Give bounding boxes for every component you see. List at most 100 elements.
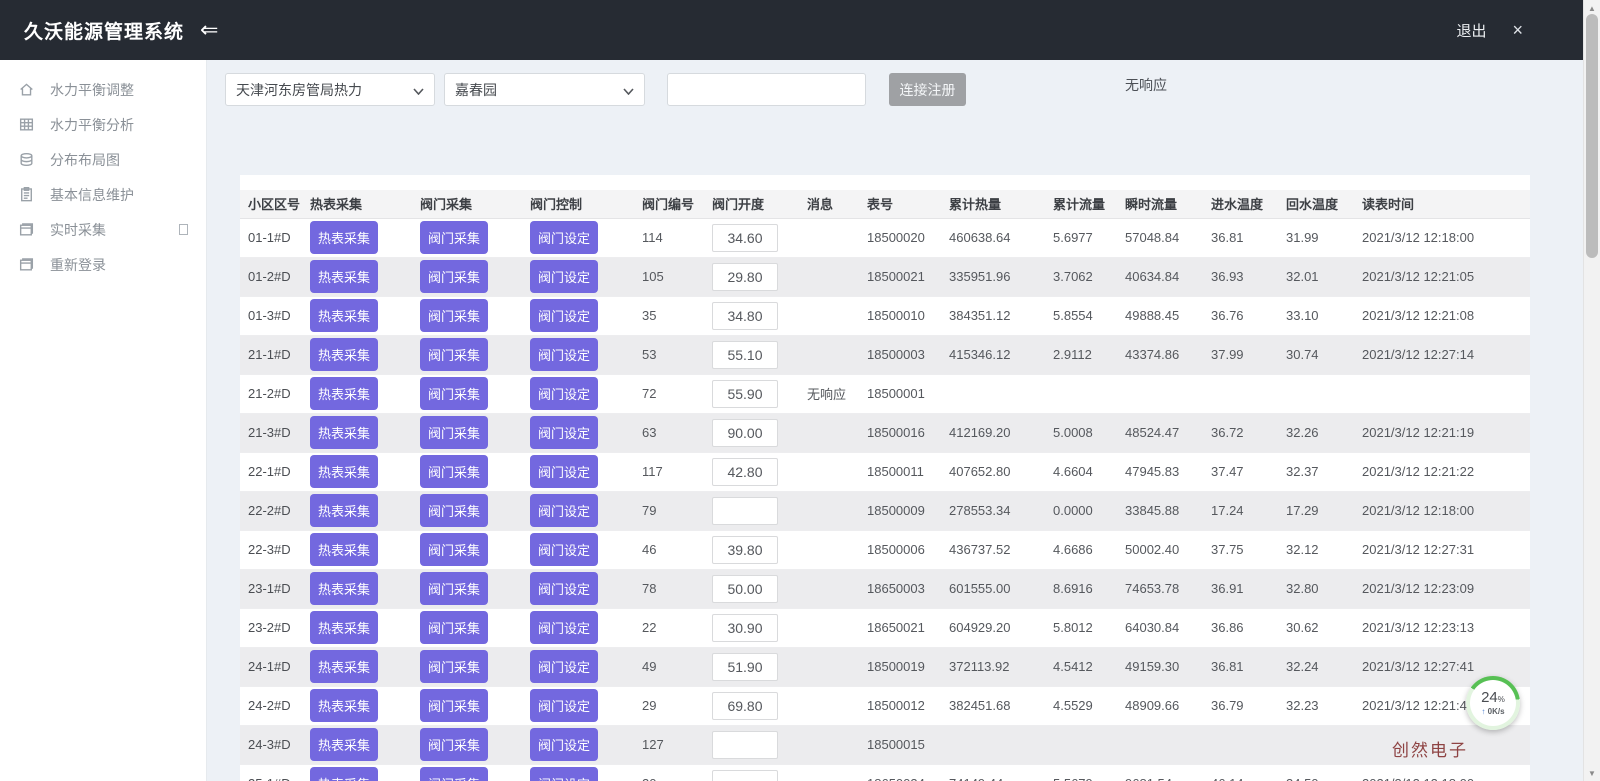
valve-set-button[interactable]: 阀门设定 (530, 338, 599, 371)
valve-collect-button[interactable]: 阀门采集 (420, 338, 489, 371)
scrollbar-thumb[interactable] (1586, 14, 1598, 258)
valve-open-input[interactable] (712, 340, 778, 369)
inst-flow-cell: 33845.88 (1125, 503, 1180, 518)
table-row: 24-3#D 热表采集 阀门采集 阀门设定 127 18500015 (240, 725, 1530, 764)
community-select[interactable]: 嘉春园 (444, 73, 645, 106)
valve-set-button[interactable]: 阀门设定 (530, 611, 599, 644)
valve-open-input[interactable] (712, 613, 778, 642)
column-header-message: 消息 (801, 190, 861, 219)
station-select-value: 天津河东房管局热力 (236, 81, 362, 98)
valve-collect-button[interactable]: 阀门采集 (420, 221, 489, 254)
sidebar-item-distribution-layout[interactable]: 分布布局图 (0, 142, 206, 177)
heat-meter-collect-button[interactable]: 热表采集 (310, 299, 379, 332)
valve-open-input[interactable] (712, 262, 778, 291)
heat-meter-collect-button[interactable]: 热表采集 (310, 572, 379, 605)
heat-meter-collect-button[interactable]: 热表采集 (310, 650, 379, 683)
connect-register-button[interactable]: 连接注册 (889, 73, 966, 106)
heat-meter-collect-button[interactable]: 热表采集 (310, 728, 379, 761)
read-time-cell: 2021/3/12 12:23:09 (1362, 581, 1475, 596)
close-icon[interactable]: × (1512, 20, 1523, 41)
valve-set-button[interactable]: 阀门设定 (530, 728, 599, 761)
district-cell: 22-3#D (248, 542, 291, 557)
valve-open-input[interactable] (712, 496, 778, 525)
valve-set-button[interactable]: 阀门设定 (530, 767, 599, 781)
download-progress-badge[interactable]: 24% ↑ 0K/s (1466, 676, 1520, 730)
valve-set-button[interactable]: 阀门设定 (530, 299, 599, 332)
watermark-text: 创然电子 (1392, 741, 1468, 760)
valve-set-button[interactable]: 阀门设定 (530, 221, 599, 254)
valve-set-button[interactable]: 阀门设定 (530, 533, 599, 566)
heat-meter-collect-button[interactable]: 热表采集 (310, 377, 379, 410)
valve-set-button[interactable]: 阀门设定 (530, 494, 599, 527)
table-row: 22-3#D 热表采集 阀门采集 阀门设定 46 18500006 436737… (240, 530, 1530, 569)
total-flow-cell: 3.7062 (1053, 269, 1093, 284)
total-heat-cell: 372113.92 (949, 659, 1010, 674)
return-temp-cell: 30.74 (1286, 347, 1319, 362)
scroll-down-arrow-icon[interactable]: ▼ (1584, 765, 1600, 781)
vertical-scrollbar[interactable]: ▲ ▼ (1583, 0, 1600, 781)
sidebar-collapse-icon[interactable]: ⇐ (200, 19, 218, 41)
heat-meter-collect-button[interactable]: 热表采集 (310, 221, 379, 254)
valve-open-input[interactable] (712, 301, 778, 330)
total-flow-cell: 5.5679 (1047, 764, 1119, 781)
valve-collect-button[interactable]: 阀门采集 (420, 572, 489, 605)
valve-collect-button[interactable]: 阀门采集 (420, 728, 489, 761)
valve-set-button[interactable]: 阀门设定 (530, 455, 599, 488)
valve-open-input[interactable] (712, 691, 778, 720)
valve-collect-button[interactable]: 阀门采集 (420, 260, 489, 293)
valve-set-button[interactable]: 阀门设定 (530, 260, 599, 293)
valve-collect-button[interactable]: 阀门采集 (420, 689, 489, 722)
valve-collect-button[interactable]: 阀门采集 (420, 650, 489, 683)
heat-meter-collect-button[interactable]: 热表采集 (310, 260, 379, 293)
sidebar-item-hydraulic-balance-adjust[interactable]: 水力平衡调整 (0, 72, 206, 107)
message-cell (801, 686, 861, 725)
station-select[interactable]: 天津河东房管局热力 (225, 73, 435, 106)
search-input[interactable] (667, 73, 866, 106)
heat-meter-collect-button[interactable]: 热表采集 (310, 455, 379, 488)
sidebar-item-basic-info-maintenance[interactable]: 基本信息维护 (0, 177, 206, 212)
logout-button[interactable]: 退出 (1456, 20, 1486, 41)
heat-meter-collect-button[interactable]: 热表采集 (310, 533, 379, 566)
valve-collect-button[interactable]: 阀门采集 (420, 767, 489, 781)
valve-collect-button[interactable]: 阀门采集 (420, 416, 489, 449)
sidebar-item-relogin[interactable]: 重新登录 (0, 247, 206, 282)
valve-set-button[interactable]: 阀门设定 (530, 650, 599, 683)
heat-meter-collect-button[interactable]: 热表采集 (310, 767, 379, 781)
valve-set-button[interactable]: 阀门设定 (530, 377, 599, 410)
valve-open-input[interactable] (712, 223, 778, 252)
valve-collect-button[interactable]: 阀门采集 (420, 455, 489, 488)
valve-open-input[interactable] (712, 730, 778, 759)
chevron-down-icon (413, 82, 424, 98)
heat-meter-collect-button[interactable]: 热表采集 (310, 689, 379, 722)
meter-no-cell: 18500003 (867, 347, 925, 362)
heat-meter-collect-button[interactable]: 热表采集 (310, 416, 379, 449)
sidebar-item-realtime-collection[interactable]: 实时采集 (0, 212, 206, 247)
valve-open-input[interactable] (712, 769, 778, 781)
heat-meter-collect-button[interactable]: 热表采集 (310, 611, 379, 644)
heat-meter-collect-button[interactable]: 热表采集 (310, 494, 379, 527)
valve-open-input[interactable] (712, 457, 778, 486)
sidebar-item-hydraulic-balance-analysis[interactable]: 水力平衡分析 (0, 107, 206, 142)
district-cell: 23-1#D (248, 581, 291, 596)
valve-open-input[interactable] (712, 574, 778, 603)
valve-no-cell: 20 (636, 764, 706, 781)
valve-collect-button[interactable]: 阀门采集 (420, 533, 489, 566)
return-temp-cell: 32.23 (1286, 698, 1319, 713)
valve-open-input[interactable] (712, 652, 778, 681)
valve-set-button[interactable]: 阀门设定 (530, 572, 599, 605)
valve-collect-button[interactable]: 阀门采集 (420, 299, 489, 332)
valve-open-input[interactable] (712, 379, 778, 408)
message-cell (801, 569, 861, 608)
meter-no-cell: 18500009 (867, 503, 925, 518)
valve-open-input[interactable] (712, 535, 778, 564)
message-cell (801, 725, 861, 764)
valve-collect-button[interactable]: 阀门采集 (420, 611, 489, 644)
table-row: 21-2#D 热表采集 阀门采集 阀门设定 72 无响应 18500001 (240, 374, 1530, 413)
total-heat-cell (943, 725, 1047, 764)
valve-collect-button[interactable]: 阀门采集 (420, 494, 489, 527)
valve-set-button[interactable]: 阀门设定 (530, 416, 599, 449)
heat-meter-collect-button[interactable]: 热表采集 (310, 338, 379, 371)
valve-collect-button[interactable]: 阀门采集 (420, 377, 489, 410)
valve-set-button[interactable]: 阀门设定 (530, 689, 599, 722)
valve-open-input[interactable] (712, 418, 778, 447)
